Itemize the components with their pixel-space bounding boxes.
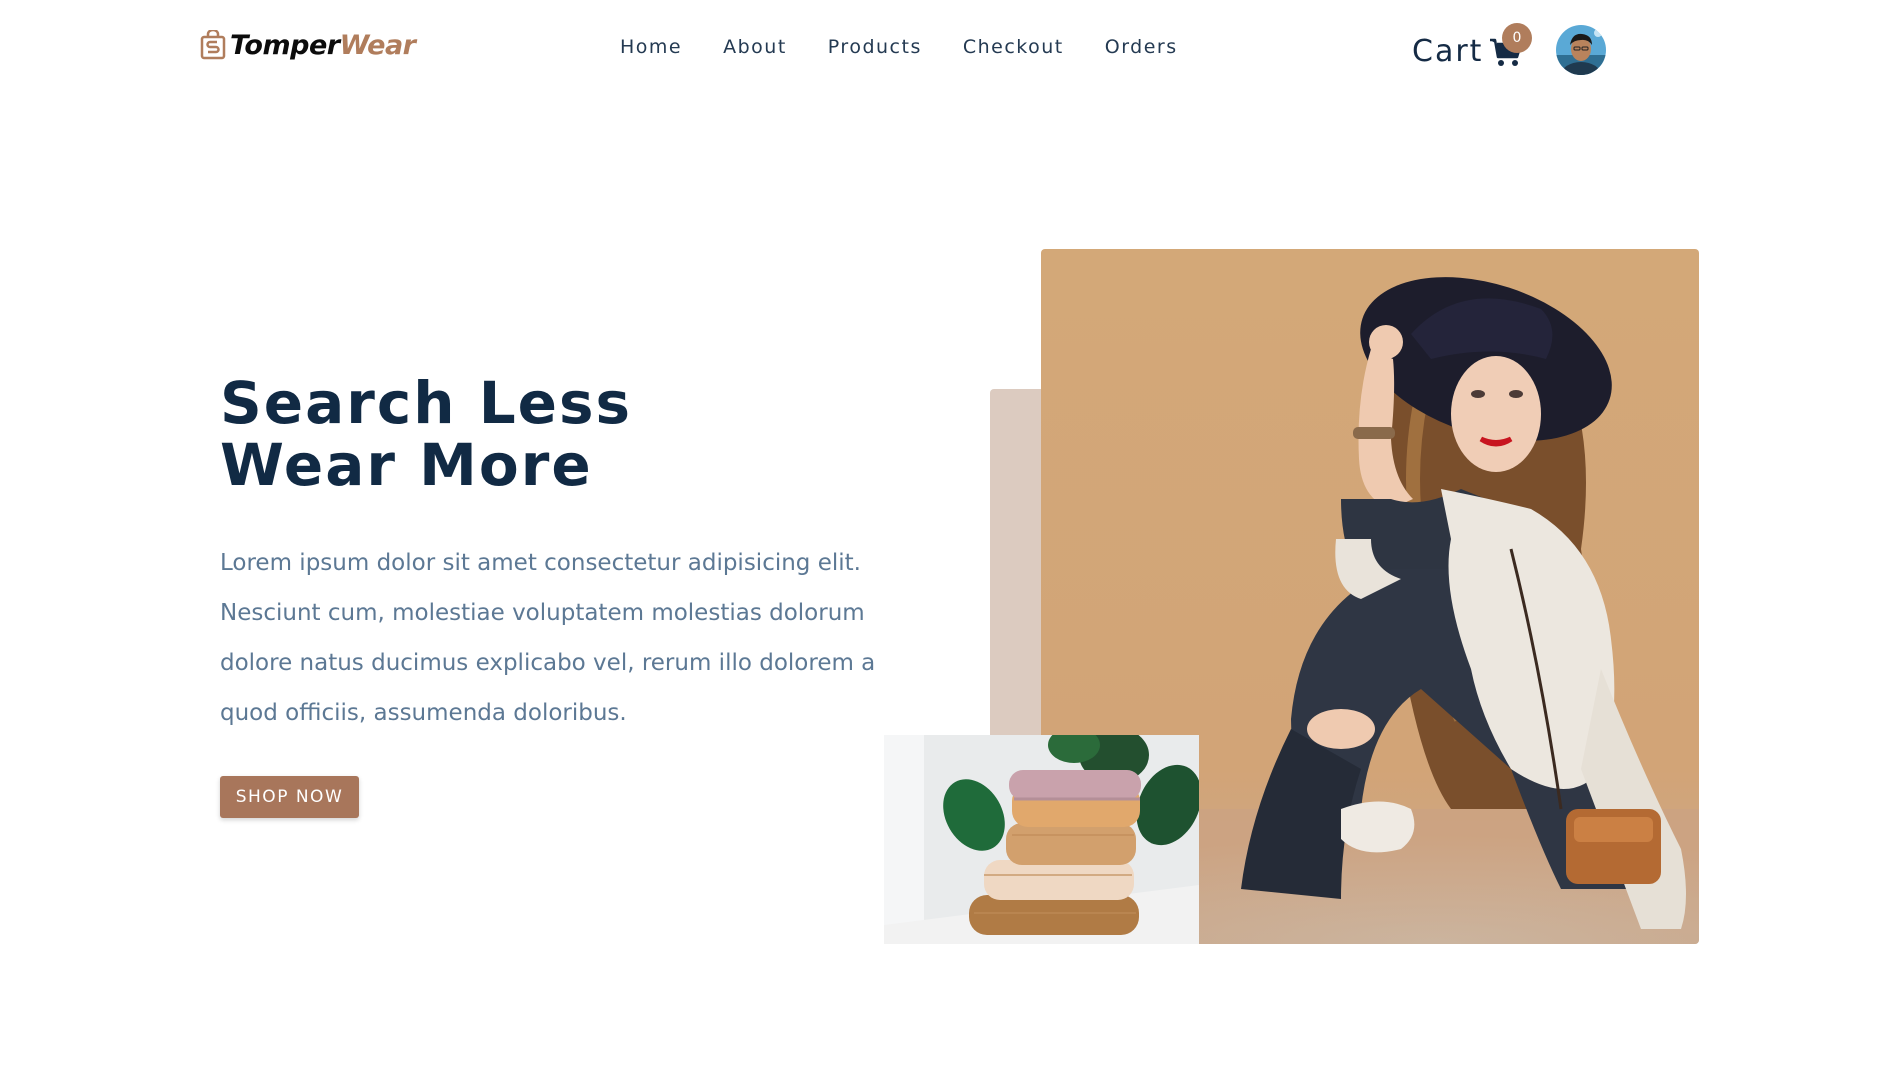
nav-link-about[interactable]: About <box>723 36 787 58</box>
hero-secondary-image <box>884 735 1199 944</box>
navbar: TomperWear Home About Products Checkout … <box>0 0 1898 102</box>
user-avatar[interactable] <box>1556 25 1606 75</box>
nav-link-checkout[interactable]: Checkout <box>963 36 1064 58</box>
brand-logo[interactable]: TomperWear <box>200 28 416 62</box>
hero-title: Search Less Wear More <box>220 372 632 496</box>
hero-title-line2: Wear More <box>220 431 593 499</box>
nav-link-home[interactable]: Home <box>620 36 682 58</box>
brand-name-part1: Tomper <box>230 29 340 61</box>
nav-link-orders[interactable]: Orders <box>1105 36 1178 58</box>
cart-label: Cart <box>1412 34 1484 69</box>
avatar-icon <box>1556 25 1606 75</box>
main-nav: Home About Products Checkout Orders <box>620 36 1178 58</box>
shopping-bag-logo-icon <box>200 30 226 60</box>
shop-now-button[interactable]: SHOP NOW <box>220 776 359 818</box>
brand-name: TomperWear <box>230 29 416 61</box>
hero-title-line1: Search Less <box>220 369 633 437</box>
cart-count-badge: 0 <box>1502 23 1532 53</box>
folded-sweaters-photo <box>884 735 1199 944</box>
brand-name-part2: Wear <box>339 29 416 61</box>
nav-link-products[interactable]: Products <box>828 36 922 58</box>
hero-description: Lorem ipsum dolor sit amet consectetur a… <box>220 550 876 726</box>
